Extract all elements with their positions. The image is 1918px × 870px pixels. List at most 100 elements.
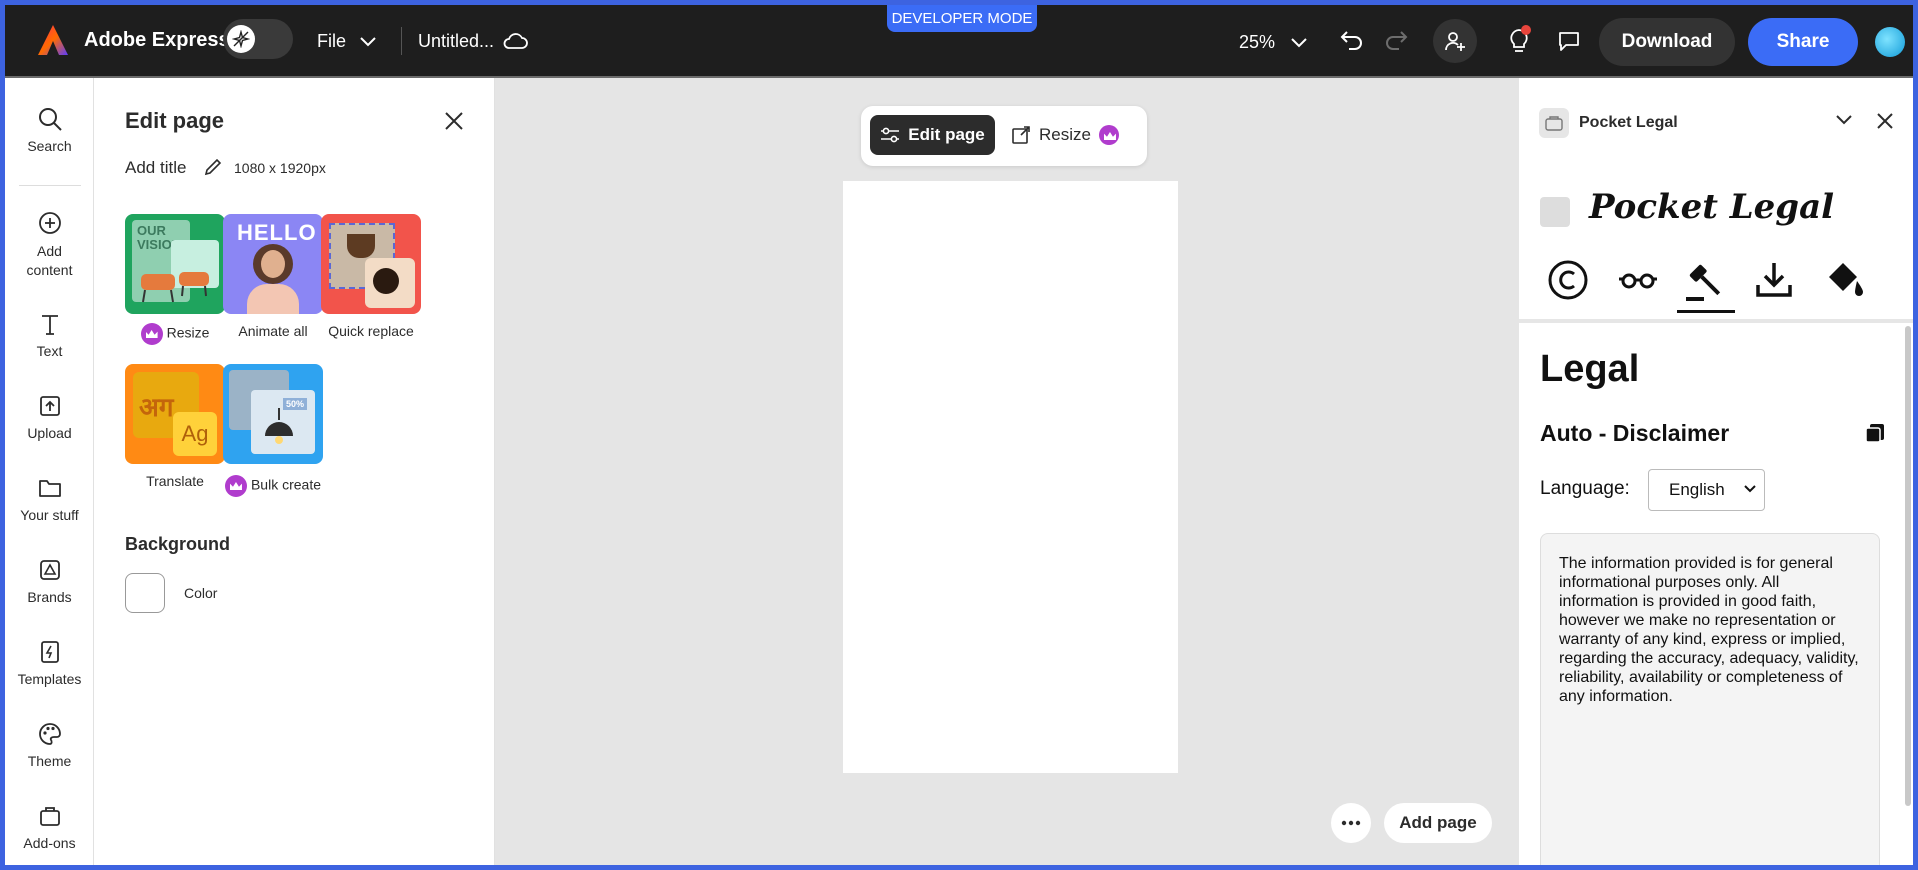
addons-icon [39,807,60,826]
invite-collaborator-button[interactable] [1433,19,1477,63]
edit-page-button[interactable]: Edit page [870,115,995,155]
rail-item-templates[interactable]: Templates [5,639,94,687]
cup-icon [347,234,375,258]
document-page[interactable] [843,181,1178,773]
tab-copyright[interactable] [1539,253,1597,313]
glasses-icon [1619,273,1657,289]
language-value: English [1669,480,1725,499]
animate-all-tile[interactable]: HELLO [223,214,323,314]
zoom-control[interactable]: 25% [1239,32,1307,53]
copy-icon[interactable] [1864,422,1886,444]
copyright-icon [1548,260,1588,300]
redo-icon[interactable] [1383,29,1409,51]
tile-label-bulk-create: Bulk create [213,475,333,497]
chevron-down-icon [360,36,376,46]
tips-button[interactable] [1497,19,1541,63]
developer-mode-badge[interactable]: DEVELOPER MODE [887,5,1037,32]
search-icon [38,108,62,131]
rail-item-label: Brands [27,589,72,605]
rail-item-add-content[interactable]: Add content [5,210,94,280]
download-icon [1756,263,1792,297]
add-title-link[interactable]: Add title [125,158,186,178]
tile-art-text: HELLO [237,220,317,245]
panel-title: Edit page [125,108,225,133]
resize-label: Resize [1039,125,1091,144]
language-select[interactable]: English [1648,469,1765,511]
share-button[interactable]: Share [1748,18,1858,66]
cloud-icon[interactable] [502,31,528,51]
divider [401,27,402,55]
add-page-button[interactable]: Add page [1384,803,1492,843]
download-button[interactable]: Download [1599,18,1735,66]
file-menu[interactable]: File [317,31,376,52]
scrollbar[interactable] [1905,326,1911,806]
divider [1519,319,1913,323]
rail-item-brands[interactable]: Brands [5,557,94,605]
resize-icon [1012,126,1030,144]
color-label: Color [184,585,218,601]
rail-item-theme[interactable]: Theme [5,721,94,769]
top-bar: Adobe Express File Untitled... DEVELOPER… [5,5,1913,76]
coffee-icon [373,268,399,294]
bulk-create-tile[interactable]: 50% [223,364,323,464]
subsection-heading: Auto - Disclaimer [1540,420,1730,446]
tab-preview[interactable] [1609,253,1667,313]
brand-icon [39,560,60,580]
rail-item-label: Text [36,343,63,359]
zoom-level: 25% [1239,32,1276,52]
tab-download[interactable] [1745,253,1803,313]
text-icon [41,315,58,335]
more-icon [1341,820,1361,826]
rail-item-label: Search [27,138,72,154]
document-title[interactable]: Untitled... [418,31,494,52]
notification-dot [1521,25,1531,35]
chevron-down-icon [1291,37,1307,47]
close-icon[interactable] [444,111,464,131]
left-rail: Search Add content Text Upload Your stuff… [5,78,94,865]
resize-tile[interactable]: OUR VISION [125,214,225,314]
quick-replace-tile[interactable] [321,214,421,314]
rail-item-label: Templates [17,671,82,687]
comment-icon [1559,32,1579,51]
comments-button[interactable] [1547,19,1591,63]
close-icon[interactable] [1876,112,1894,130]
rail-item-text[interactable]: Text [5,311,94,359]
folder-icon [38,480,61,497]
chair-icon [141,272,209,303]
addon-logo-placeholder [1540,197,1570,227]
rail-item-upload[interactable]: Upload [5,393,94,441]
rail-item-label: Upload [27,425,72,441]
undo-icon[interactable] [1339,29,1365,51]
resize-button[interactable]: Resize [1011,115,1123,155]
palette-icon [38,723,61,745]
lamp-icon [265,408,293,444]
pencil-icon[interactable] [203,157,223,177]
addon-name: Pocket Legal [1579,114,1678,131]
translate-tile[interactable]: अग Ag [125,364,225,464]
rail-item-label: Your stuff [20,507,79,523]
background-heading: Background [125,534,231,554]
language-label: Language: [1540,478,1630,499]
sliders-icon [881,127,900,143]
premium-crown-icon [140,323,163,345]
rail-item-search[interactable]: Search [5,106,94,154]
app-name: Adobe Express [84,29,230,51]
tab-style[interactable] [1815,253,1873,313]
person-add-icon [1445,32,1465,51]
adobe-express-logo[interactable] [35,23,71,59]
tab-legal[interactable] [1677,253,1735,313]
background-color-swatch[interactable] [125,573,165,613]
chevron-down-icon [1744,485,1756,493]
gavel-icon [1686,264,1721,301]
person-body [247,284,299,314]
canvas-area: Edit page Resize Add page [495,78,1519,865]
magic-toggle[interactable] [223,19,293,59]
avatar[interactable] [1875,27,1905,57]
tile-label-quick-replace: Quick replace [328,323,414,339]
rail-item-add-ons[interactable]: Add-ons [5,803,94,851]
more-options-button[interactable] [1331,803,1371,843]
chevron-down-icon[interactable] [1835,114,1853,126]
rail-item-your-stuff[interactable]: Your stuff [5,475,94,523]
disclaimer-text[interactable]: The information provided is for general … [1540,533,1880,865]
paint-bucket-icon [1829,263,1863,296]
